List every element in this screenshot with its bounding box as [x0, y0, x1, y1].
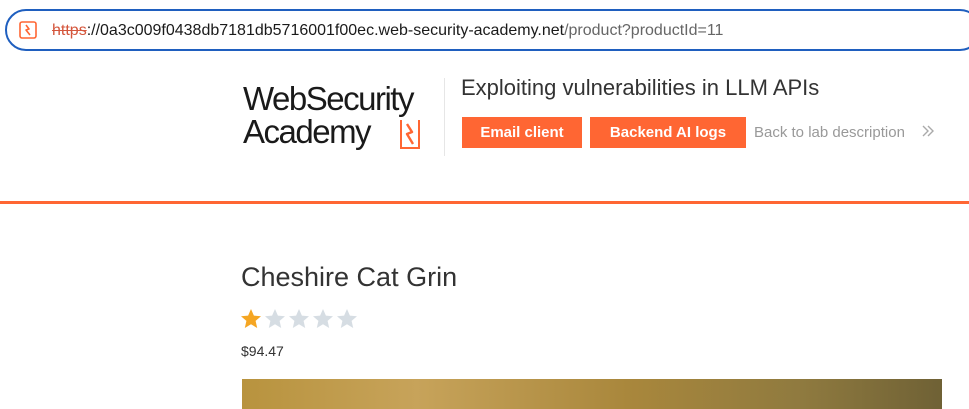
header-divider: [444, 78, 445, 156]
header-orange-rule: [0, 201, 969, 204]
url-host: ://0a3c009f0438db7181db5716001f00ec.web-…: [86, 22, 565, 39]
product-title: Cheshire Cat Grin: [241, 262, 458, 292]
product-price: $94.47: [241, 343, 284, 359]
lab-title: Exploiting vulnerabilities in LLM APIs: [461, 75, 820, 100]
site-info-icon[interactable]: [19, 21, 37, 39]
logo-text-line1: WebSecurity: [243, 80, 414, 117]
star-filled-icon: [240, 308, 262, 330]
logo-text-line2: Academy: [243, 113, 372, 150]
url-path: /product?productId=11: [564, 22, 724, 39]
back-to-lab-link[interactable]: Back to lab description: [754, 124, 905, 141]
address-bar[interactable]: https://0a3c009f0438db7181db5716001f00ec…: [5, 9, 969, 51]
product-image: [242, 379, 942, 409]
email-client-button[interactable]: Email client: [462, 117, 582, 148]
academy-logo[interactable]: WebSecurity Academy: [243, 82, 448, 154]
backend-ai-logs-button[interactable]: Backend AI logs: [590, 117, 746, 148]
lab-logo-icon: [398, 118, 422, 150]
url-text[interactable]: https://0a3c009f0438db7181db5716001f00ec…: [52, 22, 723, 40]
double-chevron-right-icon[interactable]: [921, 124, 935, 138]
star-empty-icon: [264, 308, 286, 330]
star-empty-icon: [312, 308, 334, 330]
star-empty-icon: [336, 308, 358, 330]
url-scheme: https: [52, 22, 87, 39]
star-empty-icon: [288, 308, 310, 330]
